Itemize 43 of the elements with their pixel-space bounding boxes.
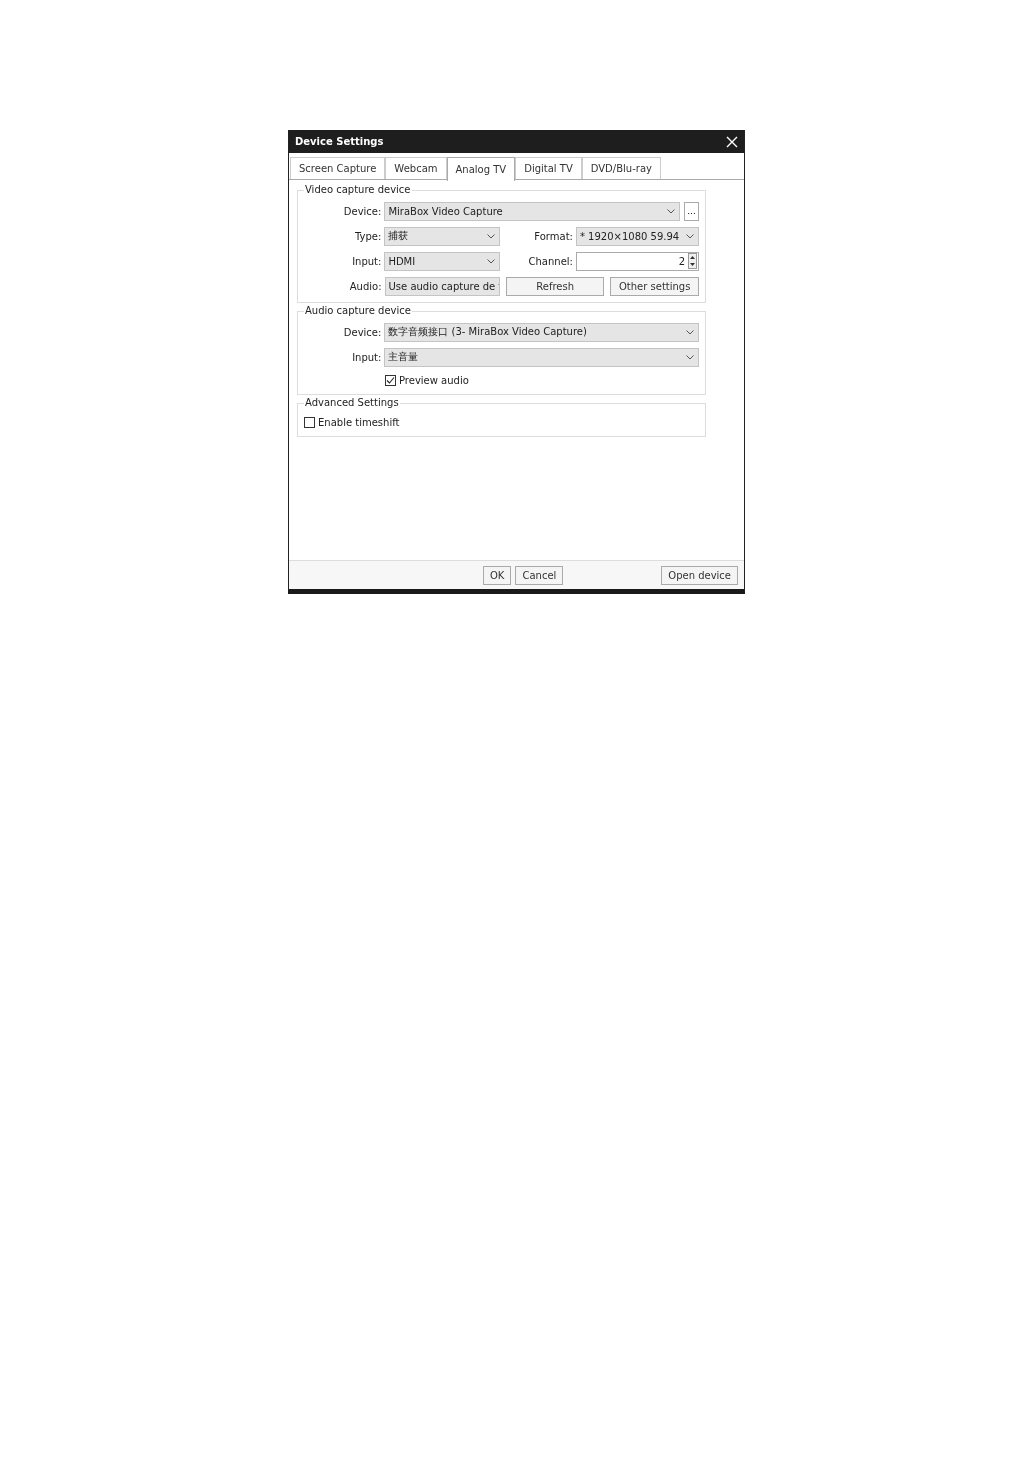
chevron-icon (667, 208, 676, 214)
chevron-icon (486, 258, 495, 264)
tab[interactable]: Webcam (385, 157, 447, 179)
number-field[interactable]: 2 (575, 251, 699, 271)
group-title: Video capture device (304, 184, 412, 195)
chevron-icon (686, 354, 694, 360)
chevron-icon (686, 329, 694, 335)
dialog-button[interactable]: OK (483, 565, 512, 585)
field-label: Input: (351, 255, 382, 267)
dropdown[interactable]: MiraBox Video Capture (384, 201, 681, 221)
group-title: Advanced Settings (304, 397, 400, 408)
tab[interactable]: DVD/Blu-ray (581, 157, 661, 179)
field-label: Device: (342, 205, 382, 217)
tab[interactable]: Analog TV (446, 157, 516, 181)
dropdown[interactable]: 捕获 (384, 226, 500, 246)
field-label: Format: (533, 230, 573, 242)
dropdown[interactable]: Use audio capture de (384, 276, 500, 296)
dropdown[interactable]: 主音量 (384, 347, 699, 367)
dropdown[interactable]: HDMI (384, 251, 500, 271)
action-button[interactable]: Refresh (505, 276, 605, 296)
open-device-button[interactable]: Open device (661, 565, 738, 585)
action-button[interactable]: Other settings (610, 276, 699, 296)
field-label: Input: (351, 351, 382, 363)
checkbox[interactable] (385, 374, 396, 386)
dropdown[interactable]: 数字音频接口 (3- MiraBox Video Capture) (384, 322, 699, 342)
browse-button[interactable]: ... (684, 201, 699, 221)
checkbox-label: Preview audio (399, 374, 469, 386)
dropdown[interactable]: * 1920×1080 59.94 (575, 226, 699, 246)
checkbox-label: Enable timeshift (318, 416, 400, 428)
field-label: Channel: (527, 255, 573, 267)
tab[interactable]: Screen Capture (290, 157, 386, 179)
dialog-button[interactable]: Cancel (515, 565, 564, 585)
group-title: Audio capture device (304, 305, 412, 316)
spinner-icon[interactable] (688, 253, 697, 269)
close-icon[interactable] (726, 135, 738, 148)
field-label: Audio: (348, 280, 382, 292)
field-label: Device: (342, 326, 382, 338)
chevron-icon (686, 233, 694, 239)
field-label: Type: (354, 230, 382, 242)
tab[interactable]: Digital TV (515, 157, 582, 179)
chevron-icon (486, 233, 495, 239)
checkbox[interactable] (304, 416, 315, 428)
window-title: Device Settings (295, 136, 384, 147)
